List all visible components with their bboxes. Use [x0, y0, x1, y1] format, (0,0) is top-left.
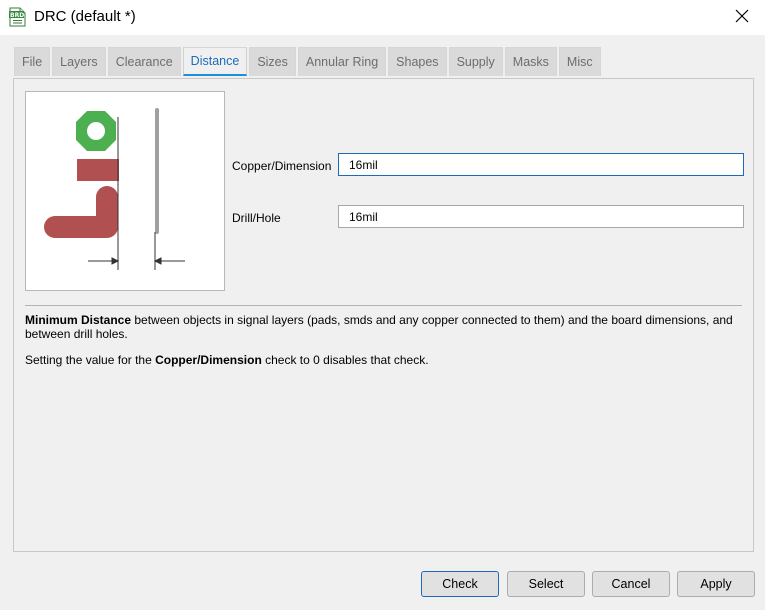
tab-clearance[interactable]: Clearance: [107, 47, 181, 76]
copper-trace: [44, 186, 118, 238]
apply-button[interactable]: Apply: [677, 571, 755, 597]
description-text: Setting the value for the: [25, 353, 156, 367]
drill-hole-input[interactable]: [338, 205, 744, 228]
tab-misc[interactable]: Misc: [558, 47, 601, 76]
distance-panel: Copper/Dimension Drill/Hole Minimum Dist…: [13, 78, 754, 552]
tab-distance[interactable]: Distance: [182, 47, 248, 76]
tab-annular-ring[interactable]: Annular Ring: [297, 47, 387, 76]
tab-sizes[interactable]: Sizes: [249, 47, 296, 76]
description-paragraph-2: Setting the value for the Copper/Dimensi…: [25, 353, 743, 367]
copper-dimension-input[interactable]: [338, 153, 744, 176]
description-bold: Minimum Distance: [25, 313, 132, 327]
description-text: between objects in signal layers (pads, …: [25, 313, 733, 341]
description-paragraph-1: Minimum Distance between objects in sign…: [25, 313, 743, 341]
window-title: DRC (default *): [34, 8, 136, 25]
tab-masks[interactable]: Masks: [504, 47, 557, 76]
close-button[interactable]: [719, 0, 765, 32]
description-bold: Copper/Dimension: [155, 353, 262, 367]
tab-file[interactable]: File: [14, 47, 51, 76]
copper-smd: [77, 159, 119, 181]
select-button[interactable]: Select: [507, 571, 585, 597]
distance-illustration: [25, 91, 225, 291]
title-bar: BRD DRC (default *): [0, 0, 765, 35]
cancel-button[interactable]: Cancel: [592, 571, 670, 597]
close-icon: [735, 9, 749, 23]
separator: [25, 305, 742, 306]
distance-diagram: [44, 108, 185, 270]
pad-drill-hole: [87, 122, 105, 140]
check-button[interactable]: Check: [421, 571, 499, 597]
drill-hole-label: Drill/Hole: [232, 211, 281, 225]
description-text: check to 0 disables that check.: [261, 353, 429, 367]
svg-text:BRD: BRD: [10, 12, 24, 19]
brd-file-icon: BRD: [9, 7, 26, 27]
tab-supply[interactable]: Supply: [448, 47, 503, 76]
copper-dimension-label: Copper/Dimension: [232, 159, 332, 173]
tab-bar: File Layers Clearance Distance Sizes Ann…: [14, 47, 603, 77]
tab-shapes[interactable]: Shapes: [388, 47, 447, 76]
tab-layers[interactable]: Layers: [52, 47, 106, 76]
arrow-left: [88, 257, 120, 265]
arrow-right: [153, 257, 185, 265]
